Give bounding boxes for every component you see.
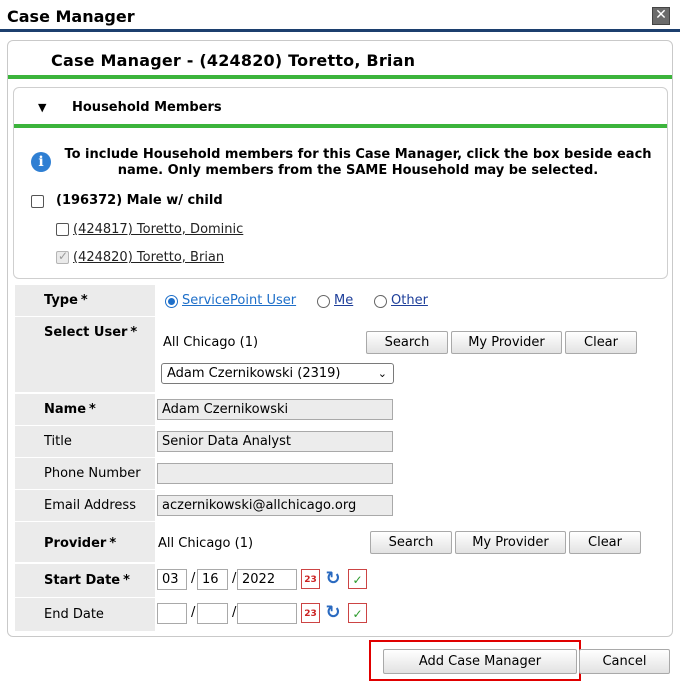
my-provider-user-button[interactable]: My Provider	[451, 331, 562, 354]
radio-other[interactable]	[374, 295, 387, 308]
title-row: Title Senior Data Analyst	[15, 426, 663, 457]
end-day-input[interactable]	[197, 603, 228, 624]
window-title: Case Manager	[7, 7, 135, 26]
calendar-today-icon[interactable]: ✓	[348, 569, 367, 589]
phone-label: Phone Number	[15, 458, 155, 489]
start-day-input[interactable]: 16	[197, 569, 228, 590]
end-month-input[interactable]	[157, 603, 187, 624]
case-manager-panel: Case Manager - (424820) Toretto, Brian ▼…	[7, 40, 673, 637]
expand-icon[interactable]: ▼	[38, 101, 46, 114]
window-titlebar: Case Manager ✕	[0, 0, 680, 32]
provider-value: All Chicago (1)	[158, 536, 254, 551]
refresh-icon[interactable]: ↻	[323, 569, 343, 589]
member-checkbox-brian	[56, 249, 69, 264]
start-date-label: Start Date *	[15, 564, 155, 597]
end-year-input[interactable]	[237, 603, 297, 624]
radio-label-me[interactable]: Me	[334, 293, 353, 308]
radio-label-servicepoint-user[interactable]: ServicePoint User	[182, 293, 296, 308]
end-date-label: End Date	[15, 598, 155, 631]
clear-user-button[interactable]: Clear	[565, 331, 637, 354]
page-title: Case Manager - (424820) Toretto, Brian	[51, 51, 416, 70]
user-select-value: Adam Czernikowski (2319)	[167, 366, 341, 381]
start-year-input[interactable]: 2022	[237, 569, 297, 590]
household-header[interactable]: ▼ Household Members	[14, 88, 667, 128]
radio-me[interactable]	[317, 295, 330, 308]
close-icon[interactable]: ✕	[652, 7, 670, 25]
name-field[interactable]: Adam Czernikowski	[157, 399, 393, 420]
provider-row: Provider * All Chicago (1) Search My Prov…	[15, 522, 663, 562]
panel-header: Case Manager - (424820) Toretto, Brian	[8, 41, 672, 79]
member-checkbox-dominic[interactable]	[56, 223, 69, 236]
title-field[interactable]: Senior Data Analyst	[157, 431, 393, 452]
radio-label-other[interactable]: Other	[391, 293, 428, 308]
date-separator: /	[191, 571, 196, 586]
search-provider-button[interactable]: Search	[370, 531, 452, 554]
cancel-button[interactable]: Cancel	[579, 649, 670, 674]
name-label: Name *	[15, 394, 155, 425]
add-case-manager-button[interactable]: Add Case Manager	[383, 649, 577, 674]
phone-row: Phone Number	[15, 458, 663, 489]
search-user-button[interactable]: Search	[366, 331, 448, 354]
household-group-label: (196372) Male w/ child	[56, 193, 223, 208]
household-section: ▼ Household Members i To include Househo…	[13, 87, 668, 279]
chevron-down-icon: ⌄	[377, 367, 387, 380]
calendar-icon[interactable]: 23	[301, 603, 320, 623]
email-label: Email Address	[15, 490, 155, 521]
date-separator: /	[232, 571, 237, 586]
select-user-provider-text: All Chicago (1)	[163, 335, 259, 350]
member-link-dominic[interactable]: (424817) Toretto, Dominic	[73, 222, 243, 237]
member-link-brian[interactable]: (424820) Toretto, Brian	[73, 250, 224, 265]
select-user-label: Select User *	[15, 317, 155, 392]
title-label: Title	[15, 426, 155, 457]
my-provider-button[interactable]: My Provider	[455, 531, 566, 554]
calendar-icon[interactable]: 23	[301, 569, 320, 589]
household-info-text: To include Household members for this Ca…	[64, 147, 652, 178]
name-row: Name * Adam Czernikowski	[15, 394, 663, 425]
start-month-input[interactable]: 03	[157, 569, 187, 590]
user-select-dropdown[interactable]: Adam Czernikowski (2319) ⌄	[161, 363, 394, 384]
type-label: Type *	[15, 285, 155, 316]
refresh-icon[interactable]: ↻	[323, 603, 343, 623]
date-separator: /	[191, 605, 196, 620]
clear-provider-button[interactable]: Clear	[569, 531, 641, 554]
radio-servicepoint-user[interactable]	[165, 295, 178, 308]
provider-label: Provider *	[15, 522, 155, 562]
info-icon: i	[31, 152, 51, 172]
end-date-row: End Date / / 23 ↻ ✓	[15, 598, 663, 631]
household-title: Household Members	[72, 100, 222, 115]
phone-field[interactable]	[157, 463, 393, 484]
start-date-row: Start Date * 03 / 16 / 2022 23 ↻ ✓	[15, 564, 663, 597]
select-user-row: Select User * All Chicago (1) Search My P…	[15, 317, 663, 392]
email-row: Email Address aczernikowski@allchicago.o…	[15, 490, 663, 521]
household-group-checkbox[interactable]	[31, 195, 44, 208]
type-row: Type * ServicePoint User Me Other	[15, 285, 663, 316]
calendar-today-icon[interactable]: ✓	[348, 603, 367, 623]
email-field[interactable]: aczernikowski@allchicago.org	[157, 495, 393, 516]
date-separator: /	[232, 605, 237, 620]
